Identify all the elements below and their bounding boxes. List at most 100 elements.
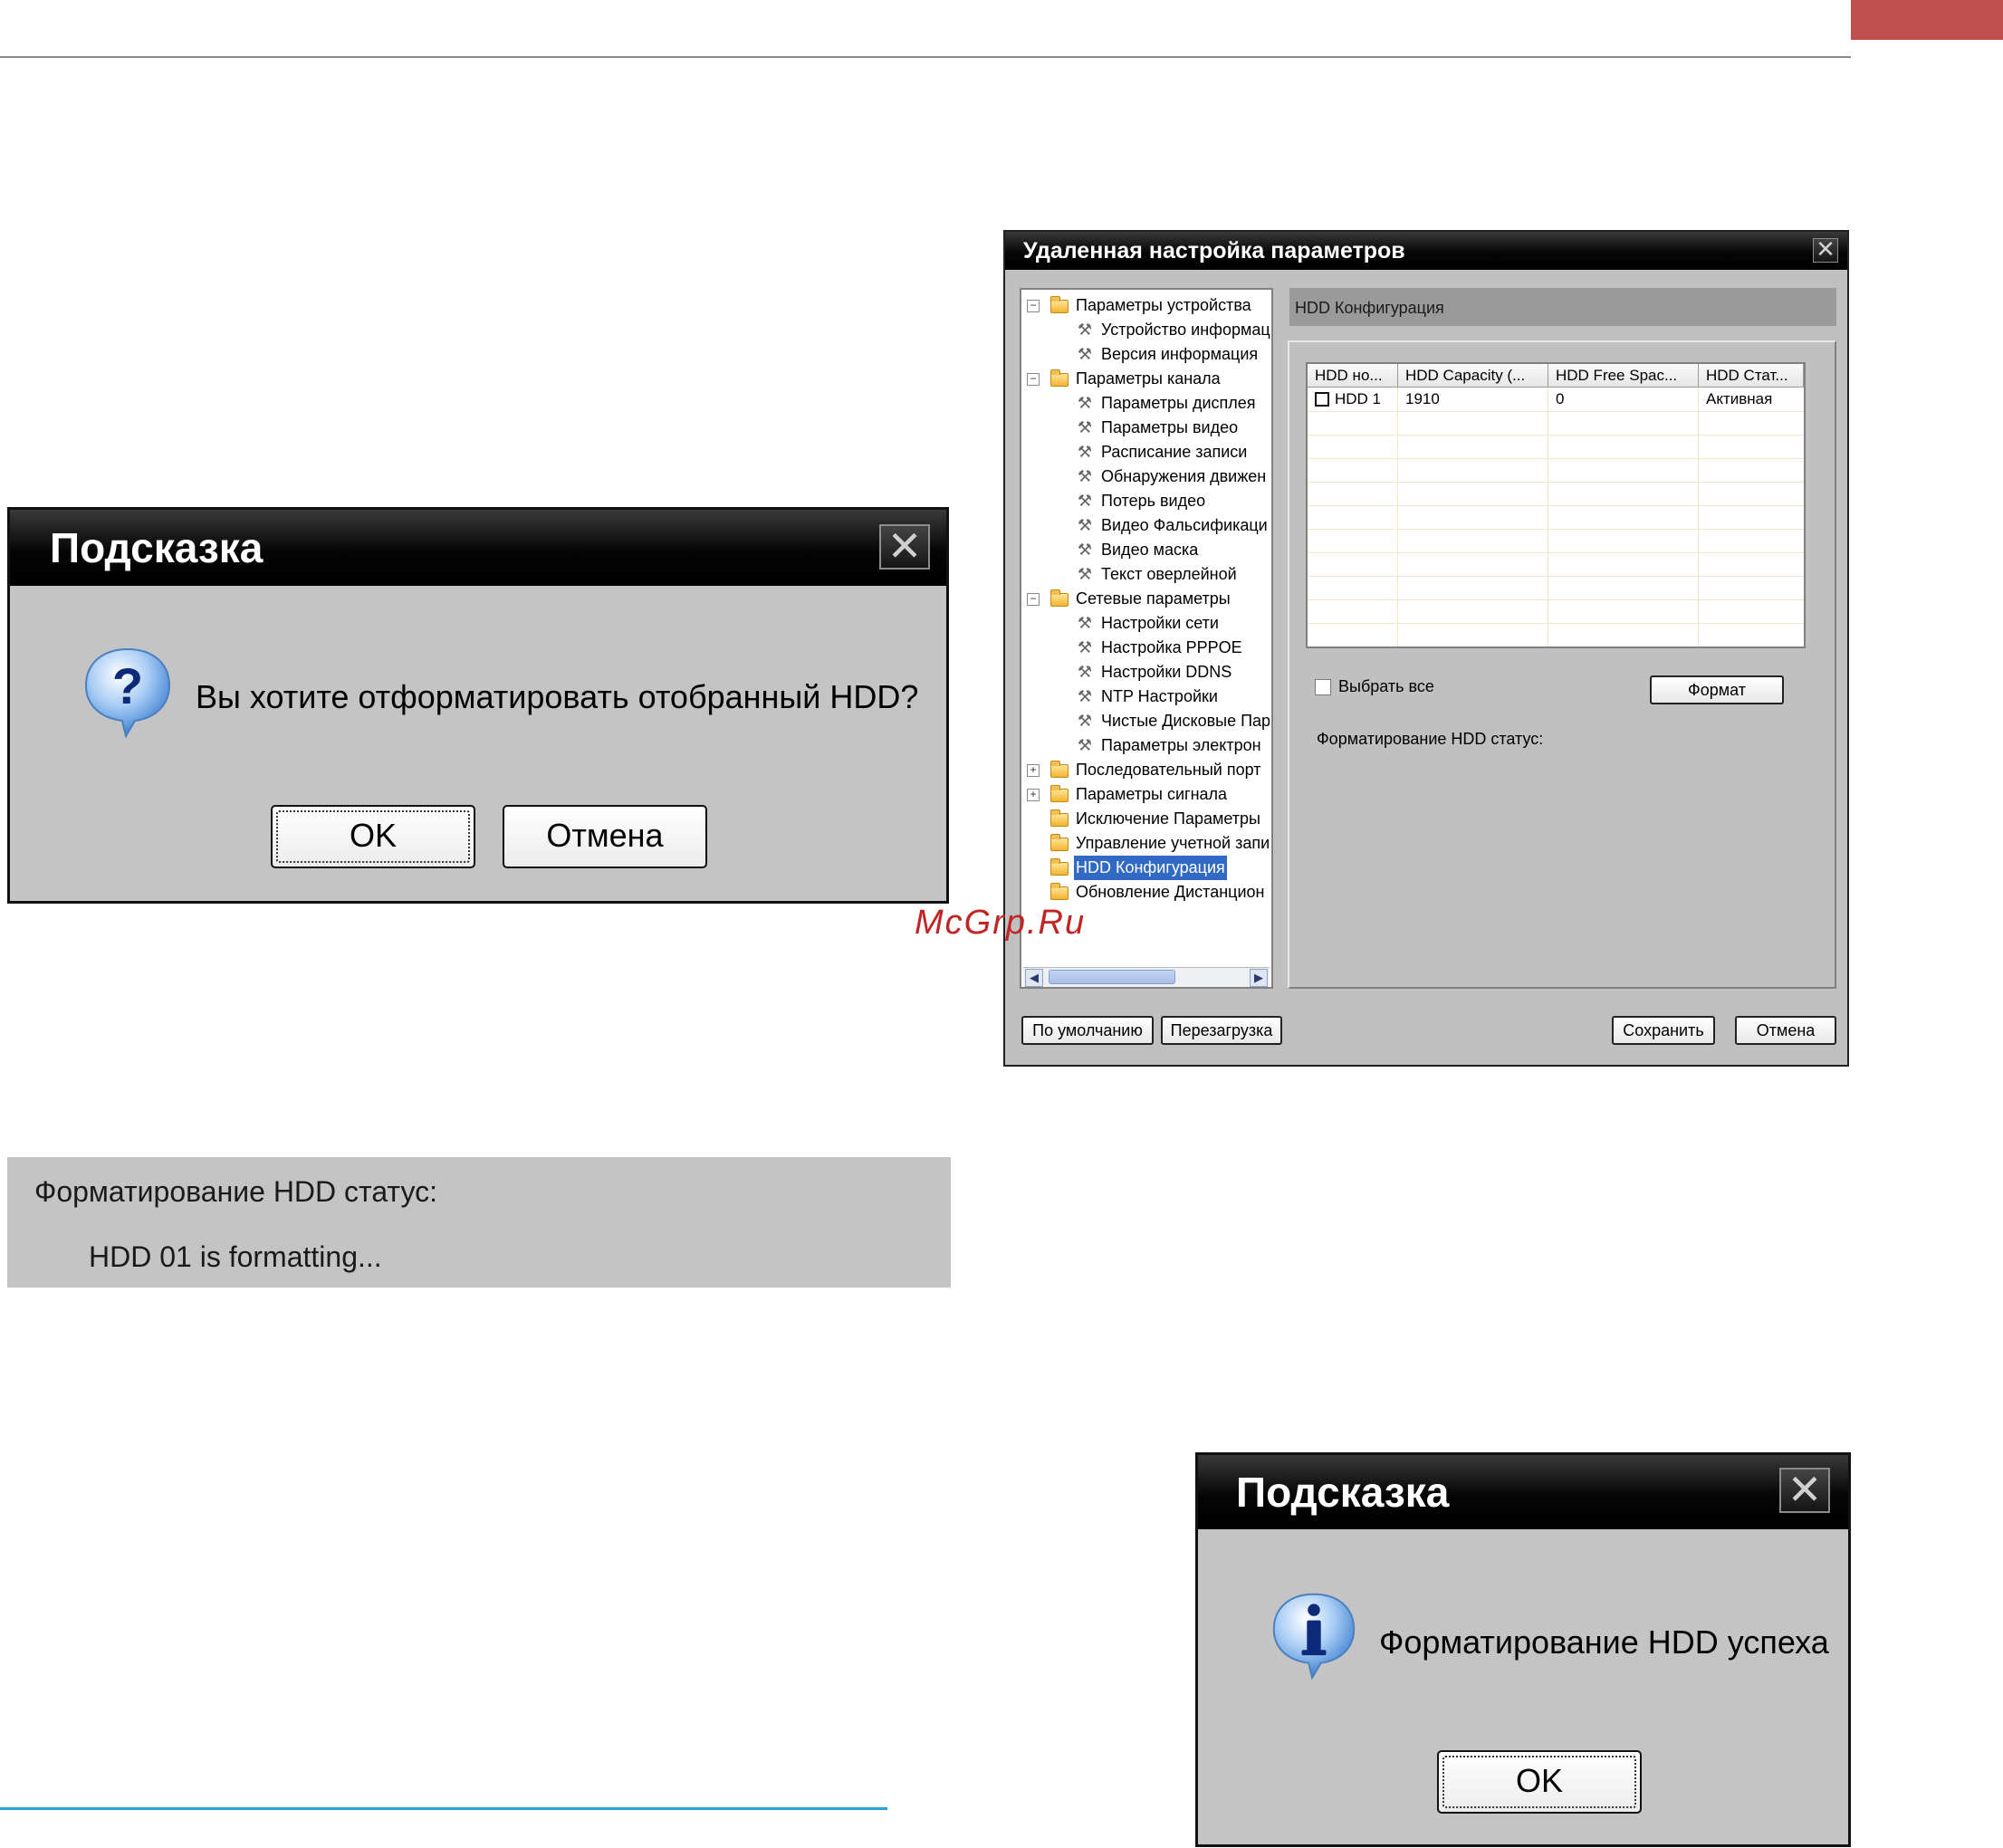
tree-item[interactable]: ⚒ Обнаружения движен xyxy=(1027,464,1271,489)
wrench-icon: ⚒ xyxy=(1077,736,1093,754)
grid-line xyxy=(1308,482,1804,483)
info-icon xyxy=(1272,1593,1356,1680)
tree-item[interactable]: HDD Конфигурация xyxy=(1027,856,1271,880)
folder-icon xyxy=(1050,785,1069,802)
table-header-free-space[interactable]: HDD Free Spac... xyxy=(1548,364,1699,388)
wrench-icon: ⚒ xyxy=(1077,614,1093,632)
collapse-icon[interactable]: − xyxy=(1027,300,1040,312)
table-cell-capacity: 1910 xyxy=(1405,390,1440,407)
tree-item-label: Версия информация xyxy=(1101,345,1259,363)
success-message: Форматирование HDD успеха xyxy=(1379,1623,1829,1661)
table-header-status[interactable]: HDD Стат... xyxy=(1699,364,1804,388)
ok-button[interactable]: OK xyxy=(1437,1750,1642,1814)
tree-item[interactable]: ⚒ Чистые Дисковые Пар xyxy=(1027,709,1271,733)
tree-item[interactable]: ⚒ Расписание записи xyxy=(1027,440,1271,464)
tree-item[interactable]: ⚒ Настройки DDNS xyxy=(1027,660,1271,685)
wrench-icon: ⚒ xyxy=(1077,541,1093,559)
wrench-icon: ⚒ xyxy=(1077,712,1093,730)
tree-item[interactable]: Обновление Дистанцион xyxy=(1027,880,1271,905)
tree-item-label: Расписание записи xyxy=(1101,443,1248,461)
tree-item[interactable]: Управление учетной запи xyxy=(1027,831,1271,856)
tree-item[interactable]: ⚒ Устройство информац xyxy=(1027,318,1271,342)
horizontal-scrollbar[interactable]: ◀ ▶ xyxy=(1023,967,1270,987)
bottom-divider xyxy=(0,1807,887,1810)
question-icon: ? xyxy=(84,647,171,738)
folder-icon xyxy=(1050,589,1069,607)
save-button[interactable]: Сохранить xyxy=(1612,1016,1715,1045)
watermark: McGrp.Ru xyxy=(915,904,1087,942)
folder-icon xyxy=(1050,834,1069,851)
cancel-button[interactable]: Отмена xyxy=(503,805,707,868)
expand-icon[interactable]: + xyxy=(1027,789,1040,801)
collapse-icon[interactable]: − xyxy=(1027,373,1040,386)
tree-item-label: HDD Конфигурация xyxy=(1074,856,1227,880)
select-all-label: Выбрать все xyxy=(1338,677,1434,695)
tree-item[interactable]: ⚒ Версия информация xyxy=(1027,342,1271,367)
select-all-checkbox[interactable] xyxy=(1315,679,1331,695)
tree-item-label: Устройство информац xyxy=(1101,321,1270,339)
wrench-icon: ⚒ xyxy=(1077,565,1093,583)
format-success-dialog: Подсказка ✕ Форматирование HDD успеха OK xyxy=(1195,1452,1851,1847)
tree-item-label: Настройка PPPOE xyxy=(1101,638,1242,656)
wrench-icon: ⚒ xyxy=(1077,443,1093,461)
table-cell-hdd-number: HDD 1 xyxy=(1335,390,1382,407)
format-status-panel: Форматирование HDD статус: HDD 01 is for… xyxy=(7,1157,951,1288)
tree-item[interactable]: ⚒ Настройки сети xyxy=(1027,611,1271,636)
tree-item[interactable]: ⚒ Параметры дисплея xyxy=(1027,391,1271,416)
wrench-icon: ⚒ xyxy=(1077,467,1093,485)
tree-item-label: Параметры дисплея xyxy=(1101,394,1256,412)
scroll-right-icon[interactable]: ▶ xyxy=(1250,969,1268,987)
tree-item-label: Параметры видео xyxy=(1101,418,1239,436)
tree-item[interactable]: ⚒ Параметры видео xyxy=(1027,416,1271,440)
defaults-button[interactable]: По умолчанию xyxy=(1021,1016,1154,1045)
grid-line xyxy=(1308,458,1804,459)
tree-item[interactable]: − Параметры устройства xyxy=(1027,293,1271,318)
table-header-hdd-number[interactable]: HDD но... xyxy=(1308,364,1398,388)
table-header-capacity[interactable]: HDD Capacity (... xyxy=(1398,364,1548,388)
reboot-button[interactable]: Перезагрузка xyxy=(1161,1016,1282,1045)
scroll-thumb[interactable] xyxy=(1049,970,1175,984)
wrench-icon: ⚒ xyxy=(1077,687,1093,705)
tree-item-label: Управление учетной запи xyxy=(1076,834,1270,852)
format-status-value: HDD 01 is formatting... xyxy=(89,1240,382,1273)
focus-outline xyxy=(276,810,470,863)
tree-item[interactable]: ⚒ Параметры электрон xyxy=(1027,733,1271,758)
close-icon[interactable]: ✕ xyxy=(879,524,930,570)
tree-item[interactable]: ⚒ Текст оверлейной xyxy=(1027,562,1271,587)
table-cell-free-space: 0 xyxy=(1556,390,1565,407)
tree-item[interactable]: − Параметры канала xyxy=(1027,367,1271,391)
tree-item[interactable]: ⚒ NTP Настройки xyxy=(1027,685,1271,709)
close-icon[interactable]: ✕ xyxy=(1779,1468,1830,1513)
wrench-icon: ⚒ xyxy=(1077,492,1093,510)
confirm-message: Вы хотите отформатировать отобранный HDD… xyxy=(196,678,919,715)
cancel-button[interactable]: Отмена xyxy=(1735,1016,1836,1045)
grid-line xyxy=(1308,411,1804,412)
tree-item[interactable]: + Параметры сигнала xyxy=(1027,782,1271,807)
wrench-icon: ⚒ xyxy=(1077,345,1093,363)
tree-item[interactable]: ⚒ Видео Фальсификаци xyxy=(1027,513,1271,538)
tree-item[interactable]: − Сетевые параметры xyxy=(1027,587,1271,611)
format-status-label: Форматирование HDD статус: xyxy=(34,1175,437,1208)
wrench-icon: ⚒ xyxy=(1077,394,1093,412)
tree-item[interactable]: Исключение Параметры xyxy=(1027,807,1271,831)
ok-button[interactable]: OK xyxy=(271,805,475,868)
format-button[interactable]: Формат xyxy=(1650,675,1784,704)
grid-line xyxy=(1308,576,1804,577)
tree-item[interactable]: ⚒ Потерь видео xyxy=(1027,489,1271,513)
wrench-icon: ⚒ xyxy=(1077,638,1093,656)
tree-item[interactable]: + Последовательный порт xyxy=(1027,758,1271,782)
scroll-left-icon[interactable]: ◀ xyxy=(1025,969,1043,987)
folder-icon xyxy=(1050,296,1069,313)
grid-line xyxy=(1397,388,1398,646)
tree-item-label: Параметры электрон xyxy=(1101,736,1261,754)
tree-item[interactable]: ⚒ Настройка PPPOE xyxy=(1027,636,1271,660)
tree-item[interactable]: ⚒ Видео маска xyxy=(1027,538,1271,562)
close-icon[interactable]: ✕ xyxy=(1813,237,1838,263)
expand-icon[interactable]: + xyxy=(1027,764,1040,777)
dialog-title: Подсказка xyxy=(1198,1455,1848,1529)
tree-item-label: Чистые Дисковые Пар xyxy=(1101,712,1271,730)
dialog-title: Подсказка xyxy=(10,510,946,586)
tree-item-label: NTP Настройки xyxy=(1101,687,1218,705)
collapse-icon[interactable]: − xyxy=(1027,593,1040,606)
tree-item-label: Сетевые параметры xyxy=(1076,589,1231,608)
